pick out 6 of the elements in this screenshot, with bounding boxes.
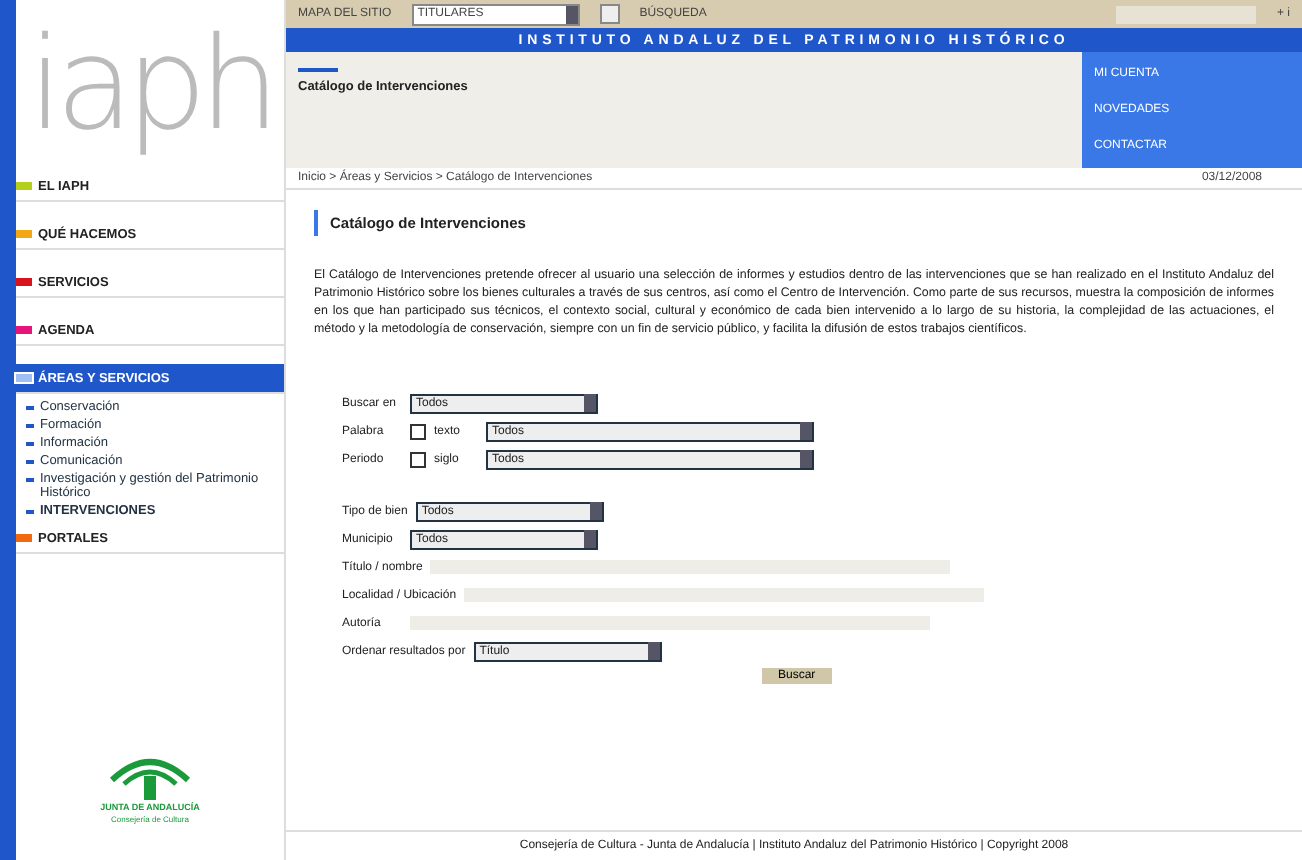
checkbox[interactable] [410,451,426,468]
accent-line [298,68,338,72]
go-button[interactable] [599,4,620,24]
search-field[interactable] [1116,5,1257,23]
logo: iaph [25,10,275,164]
checkbox[interactable] [410,423,426,440]
